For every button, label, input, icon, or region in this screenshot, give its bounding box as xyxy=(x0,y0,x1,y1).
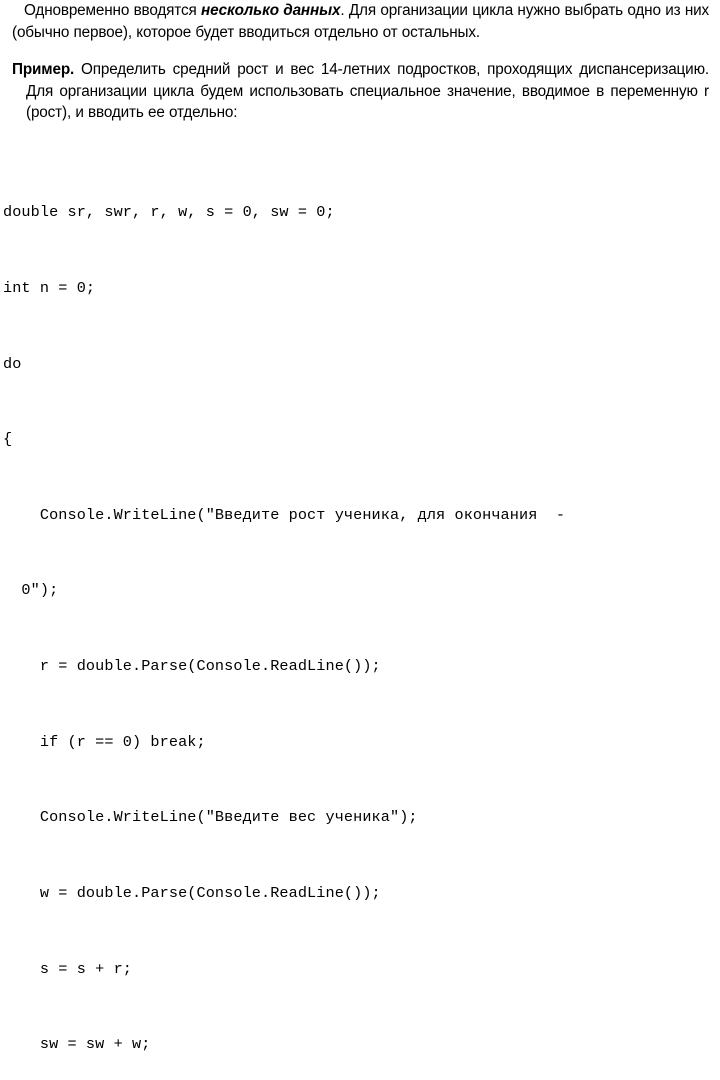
example-body: Определить средний рост и вес 14-летних … xyxy=(26,61,709,121)
code-line: if (r == 0) break; xyxy=(3,732,206,751)
example-label: Пример. xyxy=(12,61,75,78)
code-line: { xyxy=(3,430,13,449)
code-line: int n = 0; xyxy=(3,279,96,298)
prose-section: Одновременно вводятся несколько данных. … xyxy=(12,0,709,124)
code-line: do xyxy=(3,354,22,373)
code-listing: double sr, swr, r, w, s = 0, sw = 0; int… xyxy=(3,150,715,1080)
intro-emphasis: несколько данных xyxy=(201,2,341,19)
paragraph-intro: Одновременно вводятся несколько данных. … xyxy=(12,0,709,43)
code-line: sw = sw + w; xyxy=(3,1035,151,1054)
paragraph-example: Пример. Определить средний рост и вес 14… xyxy=(12,59,709,124)
code-line: 0"); xyxy=(3,581,59,600)
slide-canvas: Одновременно вводятся несколько данных. … xyxy=(0,0,720,1053)
code-line: r = double.Parse(Console.ReadLine()); xyxy=(3,657,381,676)
code-line: s = s + r; xyxy=(3,959,132,978)
code-line: Console.WriteLine("Введите рост ученика,… xyxy=(3,505,566,524)
code-line: w = double.Parse(Console.ReadLine()); xyxy=(3,883,381,902)
code-line: Console.WriteLine("Введите вес ученика")… xyxy=(3,808,418,827)
code-line: double sr, swr, r, w, s = 0, sw = 0; xyxy=(3,203,335,222)
intro-run-1: Одновременно вводятся xyxy=(24,2,201,19)
